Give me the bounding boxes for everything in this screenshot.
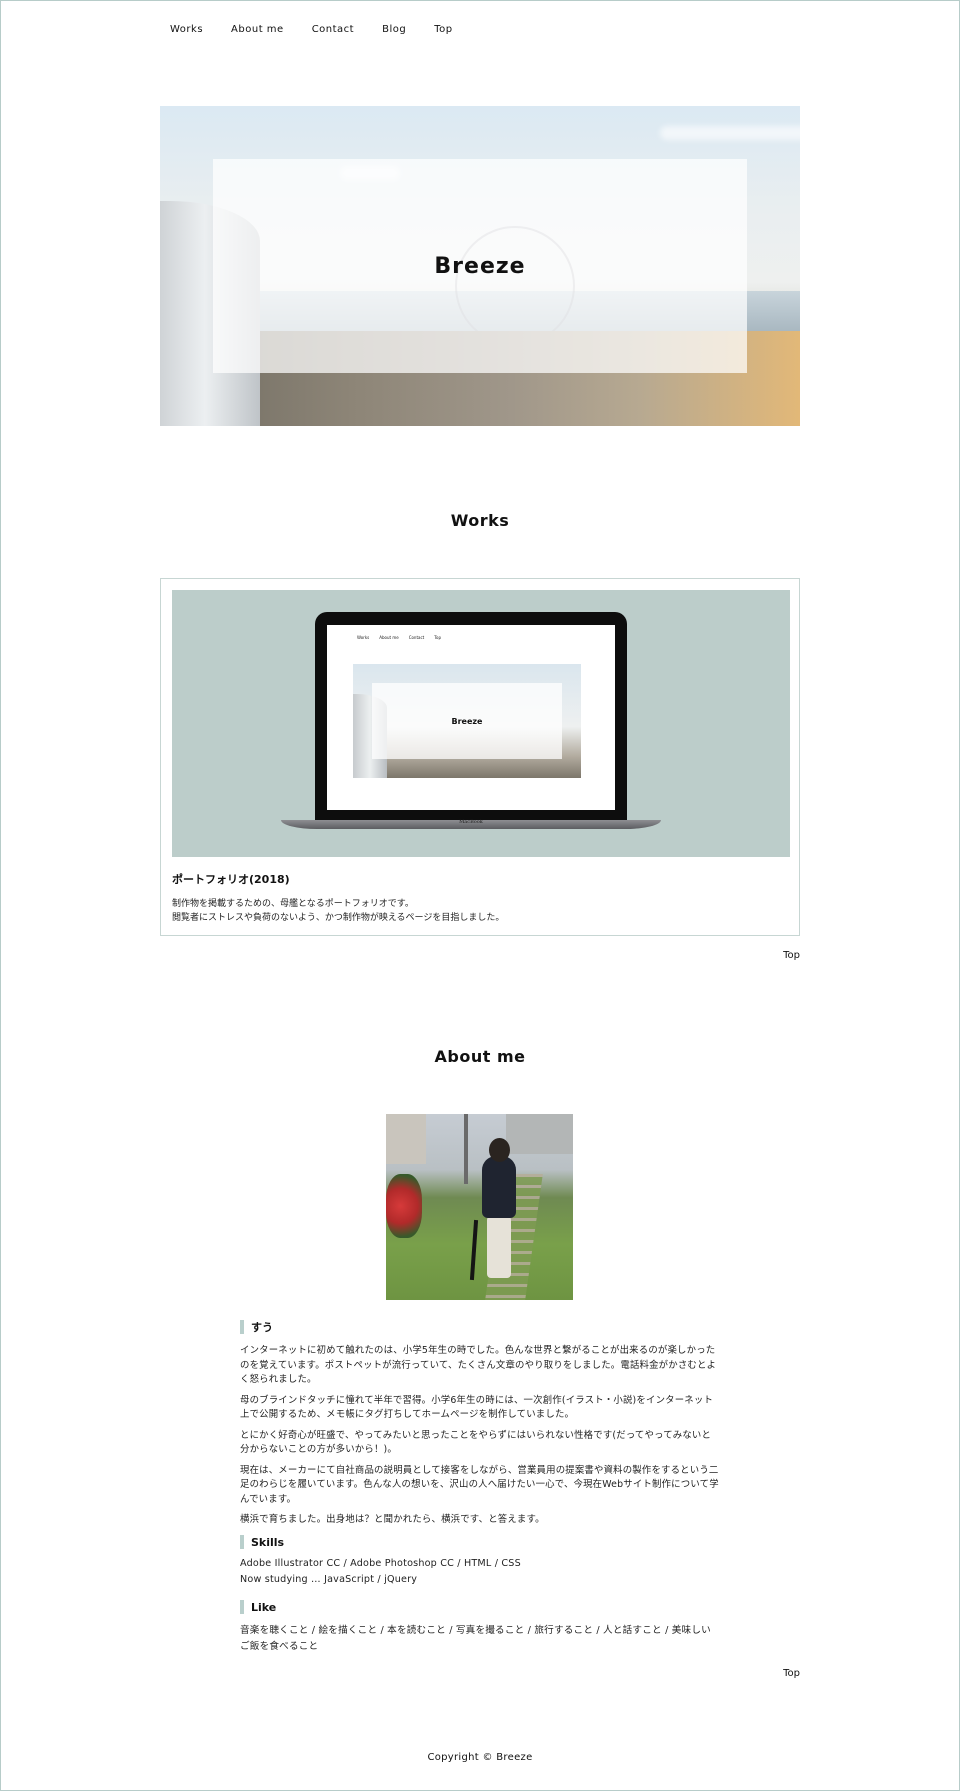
heading-accent-bar (240, 1535, 244, 1549)
hero-overlay: Breeze (213, 159, 747, 373)
mockup-nav: Works About me Contact Top (357, 635, 441, 640)
photo-umbrella (469, 1219, 479, 1281)
work-thumbnail[interactable]: Works About me Contact Top Breeze MacBoo… (172, 590, 790, 857)
photo-building (386, 1114, 426, 1164)
works-heading: Works (450, 511, 510, 530)
mockup-nav-item: Contact (408, 635, 425, 640)
photo-person (489, 1138, 510, 1162)
heading-accent-bar (240, 1320, 244, 1334)
bio-paragraph: 母のブラインドタッチに憧れて半年で習得。小学6年生の時には、一次創作(イラスト・… (240, 1394, 714, 1421)
work-description: 制作物を掲載するための、母艦となるポートフォリオです。 閲覧者にストレスや負荷の… (172, 897, 782, 925)
like-heading: Like (240, 1600, 276, 1614)
footer-copyright: Copyright © Breeze (427, 1752, 533, 1763)
heading-accent-bar (240, 1600, 244, 1614)
mockup-nav-item: Top (434, 635, 441, 640)
profile-name: すう (251, 1321, 273, 1334)
site-title: Breeze (434, 253, 526, 279)
back-to-top-link[interactable]: Top (783, 1668, 800, 1679)
work-card[interactable]: Works About me Contact Top Breeze MacBoo… (160, 578, 800, 936)
mockup-nav-item: Works (357, 635, 370, 640)
photo-building (506, 1114, 573, 1154)
work-description-line: 制作物を掲載するための、母艦となるポートフォリオです。 (172, 899, 414, 909)
photo-person (482, 1156, 516, 1218)
mockup-hero: Breeze (353, 664, 581, 778)
skills-list: Adobe Illustrator CC / Adobe Photoshop C… (240, 1556, 720, 1588)
skills-line: Now studying … JavaScript / jQuery (240, 1574, 418, 1585)
profile-photo (386, 1114, 573, 1300)
photo-person (487, 1216, 511, 1278)
skills-heading: Skills (240, 1535, 284, 1549)
photo-flowers (386, 1174, 422, 1238)
bio-paragraph: とにかく好奇心が旺盛で、やってみたいと思ったことをやらずにはいられない性格です(… (240, 1429, 712, 1456)
like-text: 音楽を聴くこと / 絵を描くこと / 本を読むこと / 写真を撮ること / 旅行… (240, 1625, 711, 1652)
like-heading-label: Like (251, 1600, 277, 1614)
bio-paragraph: 横浜で育ちました。出身地は？と聞かれたら、横浜です、と答えます。 (240, 1514, 545, 1525)
mockup-title: Breeze (372, 683, 562, 759)
nav-item-contact[interactable]: Contact (312, 24, 354, 35)
laptop-base: MacBook (281, 820, 661, 829)
nav-item-about-me[interactable]: About me (231, 24, 284, 35)
global-nav: Works About me Contact Blog Top (170, 24, 453, 35)
hero-banner: Breeze (160, 106, 800, 426)
laptop-brand: MacBook (459, 819, 483, 825)
about-heading: About me (434, 1047, 526, 1066)
work-title[interactable]: ポートフォリオ(2018) (172, 871, 290, 887)
laptop-screen: Works About me Contact Top Breeze (327, 625, 615, 810)
laptop-mockup: Works About me Contact Top Breeze (315, 612, 627, 820)
mockup-nav-item: About me (379, 635, 399, 640)
profile-bio: インターネットに初めて触れたのは、小学5年生の時でした。色んな世界と繋がることが… (240, 1344, 720, 1534)
skills-line: Adobe Illustrator CC / Adobe Photoshop C… (240, 1558, 521, 1569)
bio-paragraph: インターネットに初めて触れたのは、小学5年生の時でした。色んな世界と繋がることが… (240, 1345, 717, 1385)
skills-heading-label: Skills (251, 1535, 285, 1549)
hero-cloud (660, 126, 800, 140)
bio-paragraph: 現在は、メーカーにて自社商品の説明員として接客をしながら、営業員用の提案書や資料… (240, 1464, 719, 1505)
nav-item-blog[interactable]: Blog (382, 24, 406, 35)
nav-item-top[interactable]: Top (434, 24, 452, 35)
nav-item-works[interactable]: Works (170, 24, 203, 35)
photo-pole (464, 1114, 468, 1184)
back-to-top-link[interactable]: Top (783, 950, 800, 961)
work-description-line: 閲覧者にストレスや負荷のないよう、かつ制作物が映えるページを目指しました。 (172, 913, 505, 923)
profile-name-heading: すう (240, 1319, 273, 1335)
